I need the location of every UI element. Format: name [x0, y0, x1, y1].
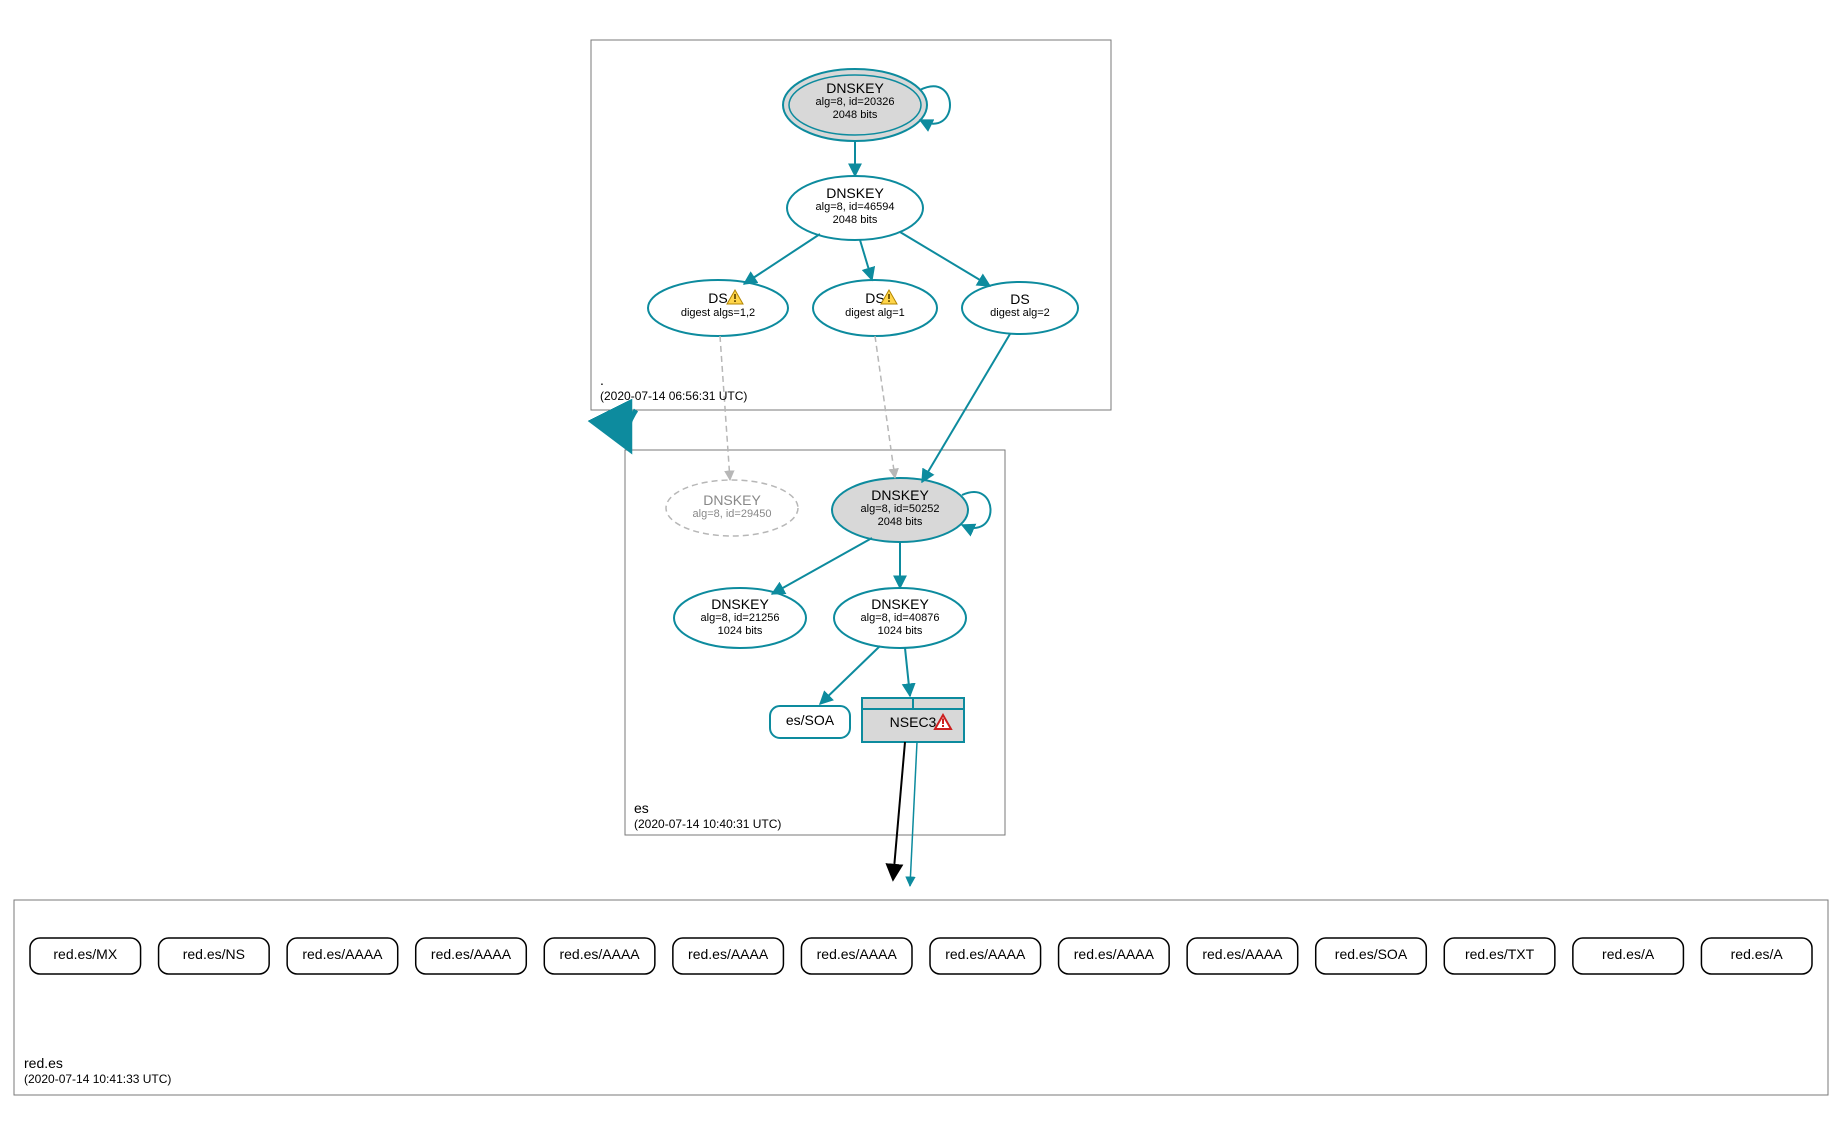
rrset-item: red.es/A — [1701, 938, 1812, 974]
edge-esksk-zsk1 — [772, 538, 872, 594]
rrset-label: red.es/AAAA — [559, 946, 639, 962]
node-es-zsk2: DNSKEY alg=8, id=40876 1024 bits — [834, 588, 966, 648]
rrset-item: red.es/AAAA — [416, 938, 527, 974]
rrset-item: red.es/AAAA — [544, 938, 655, 974]
node-ds1: DS digest algs=1,2 — [648, 280, 788, 336]
es-missing-alg: alg=8, id=29450 — [666, 508, 798, 521]
edge-nsec3-redes-black — [893, 742, 905, 880]
rrset-item: red.es/TXT — [1444, 938, 1555, 974]
edge-zsk2-essoa — [820, 646, 880, 704]
node-root-zsk: DNSKEY alg=8, id=46594 2048 bits — [787, 176, 923, 240]
edge-rootzsk-ds3 — [900, 232, 990, 286]
es-zsk2-alg: alg=8, id=40876 — [834, 612, 966, 625]
es-ksk-bits: 2048 bits — [832, 516, 968, 529]
node-es-ksk: DNSKEY alg=8, id=50252 2048 bits — [832, 478, 968, 542]
root-zsk-title: DNSKEY — [787, 185, 923, 201]
rrset-item: red.es/A — [1573, 938, 1684, 974]
ds1-sub: digest algs=1,2 — [648, 307, 788, 320]
node-ds2: DS digest alg=1 — [813, 280, 937, 336]
zone-redes-label: red.es (2020-07-14 10:41:33 UTC) — [24, 1055, 171, 1086]
es-ksk-alg: alg=8, id=50252 — [832, 503, 968, 516]
rrset-item: red.es/MX — [30, 938, 141, 974]
node-es-dnskey-missing: DNSKEY alg=8, id=29450 — [666, 480, 798, 536]
rrset-label: red.es/SOA — [1335, 946, 1407, 962]
rrset-label: red.es/A — [1602, 946, 1654, 962]
edge-ds1-esmissing — [720, 336, 730, 480]
ds2-sub: digest alg=1 — [813, 307, 937, 320]
edge-zone-root-to-es — [627, 410, 636, 450]
node-es-soa: es/SOA — [770, 706, 850, 738]
dnssec-diagram: DNSKEY alg=8, id=20326 2048 bits DNSKEY … — [0, 0, 1841, 1138]
rrset-label: red.es/A — [1731, 946, 1783, 962]
es-zsk2-bits: 1024 bits — [834, 625, 966, 638]
es-soa-label: es/SOA — [786, 712, 834, 728]
es-zsk1-alg: alg=8, id=21256 — [674, 612, 806, 625]
es-zsk2-title: DNSKEY — [834, 596, 966, 612]
rrset-label: red.es/MX — [53, 946, 117, 962]
rrset-item: red.es/AAAA — [930, 938, 1041, 974]
rrset-label: red.es/AAAA — [1074, 946, 1154, 962]
root-zsk-bits: 2048 bits — [787, 214, 923, 227]
edge-ds2-esksk — [875, 336, 895, 478]
root-ksk-alg: alg=8, id=20326 — [783, 96, 927, 109]
ds3-title: DS — [962, 291, 1078, 307]
rrset-item: red.es/AAAA — [673, 938, 784, 974]
rrset-label: red.es/AAAA — [945, 946, 1025, 962]
rrset-item: red.es/SOA — [1316, 938, 1427, 974]
rrset-item: red.es/NS — [159, 938, 270, 974]
rrset-label: red.es/NS — [183, 946, 245, 962]
rrset-item: red.es/AAAA — [1059, 938, 1170, 974]
zone-redes — [14, 900, 1828, 1095]
zone-root-label: . (2020-07-14 06:56:31 UTC) — [600, 372, 747, 403]
rrset-label: red.es/AAAA — [431, 946, 511, 962]
node-ds3: DS digest alg=2 — [962, 282, 1078, 334]
rrset-item: red.es/AAAA — [287, 938, 398, 974]
rrset-label: red.es/AAAA — [688, 946, 768, 962]
edge-zsk2-nsec3 — [905, 648, 910, 696]
root-zsk-alg: alg=8, id=46594 — [787, 201, 923, 214]
node-root-ksk: DNSKEY alg=8, id=20326 2048 bits — [783, 69, 927, 141]
root-ksk-bits: 2048 bits — [783, 109, 927, 122]
es-ksk-title: DNSKEY — [832, 487, 968, 503]
rrset-label: red.es/AAAA — [817, 946, 897, 962]
nsec3-label: NSEC3 — [890, 714, 937, 730]
rrset-item: red.es/AAAA — [1187, 938, 1298, 974]
root-ksk-title: DNSKEY — [783, 80, 927, 96]
rrset-row: red.es/MX red.es/NS red.es/AAAA red.es/AAAA… — [30, 938, 1812, 974]
node-nsec3: NSEC3 — [862, 698, 964, 742]
edge-rootzsk-ds2 — [860, 240, 872, 280]
ds3-sub: digest alg=2 — [962, 307, 1078, 320]
rrset-label: red.es/AAAA — [1202, 946, 1282, 962]
edge-rootzsk-ds1 — [744, 234, 820, 284]
es-zsk1-bits: 1024 bits — [674, 625, 806, 638]
es-zsk1-title: DNSKEY — [674, 596, 806, 612]
rrset-label: red.es/TXT — [1465, 946, 1534, 962]
zone-es-label: es (2020-07-14 10:40:31 UTC) — [634, 800, 781, 831]
edge-ds3-esksk — [922, 334, 1010, 482]
node-es-zsk1: DNSKEY alg=8, id=21256 1024 bits — [674, 588, 806, 648]
es-missing-title: DNSKEY — [666, 492, 798, 508]
rrset-label: red.es/AAAA — [302, 946, 382, 962]
ds1-title: DS — [708, 290, 727, 306]
rrset-item: red.es/AAAA — [801, 938, 912, 974]
edge-nsec3-redes-teal — [910, 742, 917, 886]
